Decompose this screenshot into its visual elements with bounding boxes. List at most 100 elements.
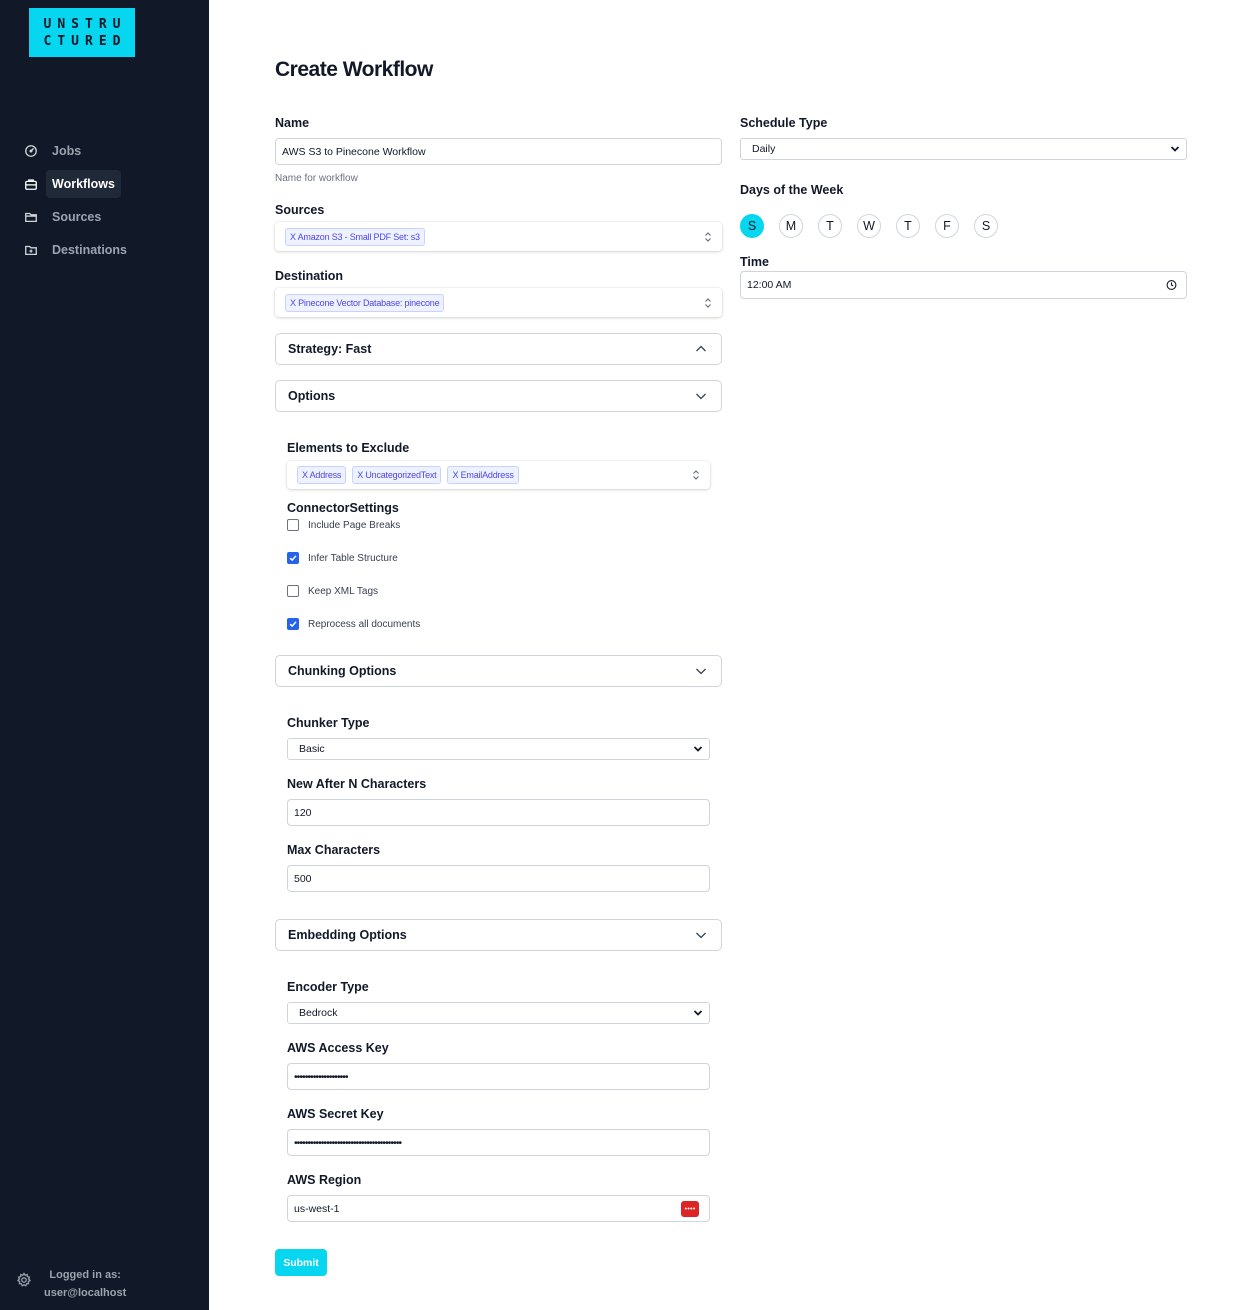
day-thursday[interactable]: T	[896, 214, 920, 238]
destination-label: Destination	[275, 269, 344, 283]
exclude-chip[interactable]: X UncategorizedText	[352, 466, 442, 484]
day-friday[interactable]: F	[935, 214, 959, 238]
days-of-week-label: Days of the Week	[740, 183, 844, 197]
logo-line-2: CTURED	[43, 33, 127, 49]
time-value: 12:00 AM	[747, 279, 792, 291]
checkbox-label: Keep XML Tags	[308, 585, 379, 597]
aws-region-label: AWS Region	[287, 1173, 362, 1187]
reprocess-all-checkbox[interactable]	[287, 618, 299, 630]
aws-region-value: us-west-1	[294, 1202, 340, 1215]
chevron-down-icon	[693, 746, 703, 752]
sidebar-item-jobs[interactable]: Jobs	[16, 136, 196, 166]
source-chip[interactable]: X Amazon S3 - Small PDF Set: s3	[285, 227, 425, 246]
day-monday[interactable]: M	[779, 214, 803, 238]
schedule-type-value: Daily	[752, 143, 776, 155]
name-input[interactable]: AWS S3 to Pinecone Workflow	[275, 138, 722, 165]
infer-table-structure-row[interactable]: Infer Table Structure	[287, 552, 398, 564]
aws-secret-key-label: AWS Secret Key	[287, 1107, 384, 1121]
sidebar-item-sources[interactable]: Sources	[16, 202, 196, 232]
submit-button[interactable]: Submit	[275, 1249, 327, 1276]
keep-xml-tags-row[interactable]: Keep XML Tags	[287, 585, 378, 597]
embedding-accordion[interactable]: Embedding Options	[275, 919, 722, 951]
dashboard-icon	[16, 136, 46, 166]
connector-settings-label: ConnectorSettings	[287, 501, 399, 515]
chevron-down-icon	[1170, 146, 1180, 152]
reprocess-all-row[interactable]: Reprocess all documents	[287, 618, 420, 630]
destination-chip[interactable]: X Pinecone Vector Database: pinecone	[285, 293, 445, 312]
logo-line-1: UNSTRU	[43, 16, 127, 32]
time-input[interactable]: 12:00 AM	[740, 271, 1187, 299]
aws-secret-key-input[interactable]: ••••••••••••••••••••••••••••••••••••••••	[287, 1129, 710, 1156]
chunker-type-value: Basic	[299, 743, 325, 755]
include-page-breaks-checkbox[interactable]	[287, 519, 299, 531]
schedule-type-select[interactable]: Daily	[740, 138, 1187, 160]
sidebar-item-label: Workflows	[46, 170, 121, 198]
infer-table-structure-checkbox[interactable]	[287, 552, 299, 564]
folder-icon	[16, 202, 46, 232]
sidebar-item-workflows[interactable]: Workflows	[16, 169, 196, 199]
unstructured-logo[interactable]: UNSTRU CTURED	[29, 8, 135, 57]
encoder-type-value: Bedrock	[299, 1007, 338, 1019]
chevron-down-icon	[696, 932, 706, 939]
checkbox-label: Reprocess all documents	[308, 618, 421, 630]
day-tuesday[interactable]: T	[818, 214, 842, 238]
elements-to-exclude-multiselect[interactable]: X Address X UncategorizedText X EmailAdd…	[287, 461, 710, 489]
updown-icon	[693, 470, 699, 480]
day-wednesday[interactable]: W	[857, 214, 881, 238]
max-characters-input[interactable]: 500	[287, 865, 710, 892]
logged-in-label: Logged in as:	[49, 1269, 121, 1281]
chevron-down-icon	[693, 1010, 703, 1016]
sidebar-item-label: Destinations	[52, 243, 128, 257]
sidebar-footer: Logged in as: user@localhost	[16, 1260, 196, 1300]
sidebar-nav: Jobs Workflows Sources Destinations	[16, 136, 196, 268]
chevron-down-icon	[696, 668, 706, 675]
exclude-chip[interactable]: X EmailAddress	[447, 466, 519, 484]
checkbox-label: Include Page Breaks	[308, 519, 401, 531]
options-accordion[interactable]: Options	[275, 380, 722, 412]
gear-icon[interactable]	[16, 1272, 32, 1288]
folder-plus-icon	[16, 235, 46, 265]
exclude-chip[interactable]: X Address	[297, 466, 347, 484]
day-sunday[interactable]: S	[740, 214, 764, 238]
keep-xml-tags-checkbox[interactable]	[287, 585, 299, 597]
sources-multiselect[interactable]: X Amazon S3 - Small PDF Set: s3	[275, 222, 722, 251]
embedding-label: Embedding Options	[288, 928, 407, 942]
new-after-n-input[interactable]: 120	[287, 799, 710, 826]
sidebar: UNSTRU CTURED Jobs Workflows Sources Des…	[0, 0, 209, 1310]
name-label: Name	[275, 116, 310, 130]
strategy-accordion[interactable]: Strategy: Fast	[275, 333, 722, 365]
chunking-accordion[interactable]: Chunking Options	[275, 655, 722, 687]
sidebar-item-label: Sources	[52, 210, 102, 224]
chevron-up-icon	[696, 345, 706, 352]
briefcase-icon	[16, 169, 46, 199]
clock-icon[interactable]	[1166, 280, 1177, 291]
updown-icon	[705, 231, 711, 242]
destination-multiselect[interactable]: X Pinecone Vector Database: pinecone	[275, 288, 722, 317]
sidebar-item-label: Jobs	[52, 144, 82, 158]
encoder-type-label: Encoder Type	[287, 980, 369, 994]
elements-to-exclude-label: Elements to Exclude	[287, 441, 410, 455]
options-label: Options	[288, 389, 336, 403]
updown-icon	[705, 297, 711, 308]
chevron-down-icon	[696, 393, 706, 400]
aws-access-key-label: AWS Access Key	[287, 1041, 389, 1055]
password-manager-icon[interactable]	[681, 1200, 699, 1217]
logged-in-user: user@localhost	[44, 1287, 127, 1299]
max-characters-label: Max Characters	[287, 843, 381, 857]
chunker-type-label: Chunker Type	[287, 716, 370, 730]
time-label: Time	[740, 255, 769, 269]
aws-region-input[interactable]: us-west-1	[287, 1195, 710, 1222]
logged-in-info: Logged in as: user@localhost	[44, 1266, 126, 1302]
sidebar-item-destinations[interactable]: Destinations	[16, 235, 196, 265]
checkbox-label: Infer Table Structure	[308, 552, 398, 564]
aws-access-key-input[interactable]: ••••••••••••••••••••	[287, 1063, 710, 1090]
page-title: Create Workflow	[275, 58, 433, 81]
encoder-type-select[interactable]: Bedrock	[287, 1002, 710, 1024]
days-of-week-picker: S M T W T F S	[740, 214, 1013, 238]
day-saturday[interactable]: S	[974, 214, 998, 238]
chunking-label: Chunking Options	[288, 664, 397, 678]
chunker-type-select[interactable]: Basic	[287, 738, 710, 760]
strategy-label: Strategy: Fast	[288, 342, 372, 356]
new-after-n-label: New After N Characters	[287, 777, 427, 791]
include-page-breaks-row[interactable]: Include Page Breaks	[287, 519, 400, 531]
